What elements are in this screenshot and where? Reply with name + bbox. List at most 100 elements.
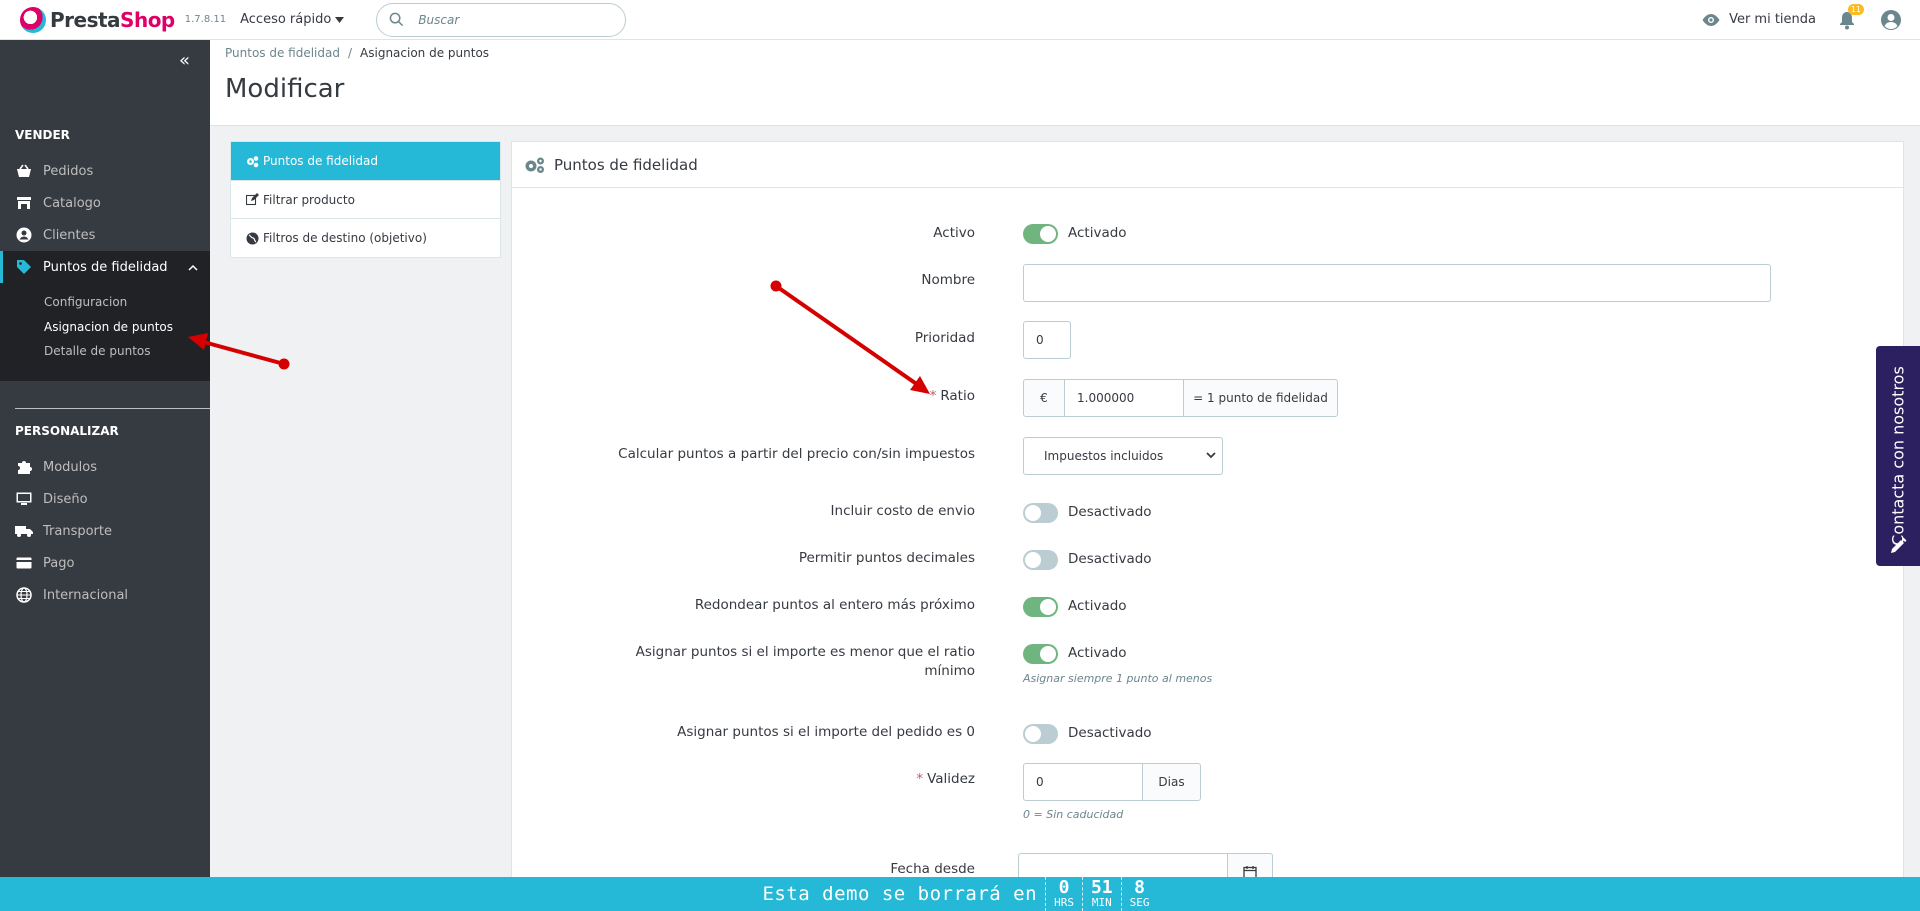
page-title: Modificar <box>225 74 345 104</box>
section-title-vender: VENDER <box>15 128 70 142</box>
contact-us-tab[interactable]: Contacta con nosotros <box>1876 346 1920 566</box>
redondear-switch[interactable] <box>1023 597 1058 617</box>
sidebar-item-label: Diseño <box>43 491 88 507</box>
label-menor-ratio: Asignar puntos si el importe es menor qu… <box>635 644 975 679</box>
breadcrumb-current: Asignacion de puntos <box>360 46 490 60</box>
search-placeholder: Buscar <box>418 12 460 27</box>
prioridad-input[interactable]: 0 <box>1023 321 1071 359</box>
card-icon <box>15 554 33 572</box>
demo-countdown-text: Esta demo se borrará en <box>762 883 1038 905</box>
sidebar-item-label: Pago <box>43 555 75 571</box>
ratio-suffix-addon: = 1 punto de fidelidad <box>1183 379 1338 417</box>
page-head: Puntos de fidelidad / Asignacion de puntos… <box>210 40 1920 126</box>
tab-filtros-destino[interactable]: Filtros de destino (objetivo) <box>231 219 500 257</box>
submenu-item-configuracion[interactable]: Configuracion <box>44 295 127 309</box>
tag-icon <box>15 258 33 276</box>
sidebar-item-pago[interactable]: Pago <box>0 547 210 579</box>
sidebar-item-label: Internacional <box>43 587 129 603</box>
activo-state: Activado <box>1068 225 1127 241</box>
tab-label: Filtrar producto <box>263 192 355 207</box>
importe-cero-switch[interactable] <box>1023 724 1058 744</box>
eye-icon <box>1702 13 1720 26</box>
validez-input[interactable]: 0 <box>1023 763 1143 801</box>
truck-icon <box>15 522 33 540</box>
sidebar-item-label: Clientes <box>43 227 96 243</box>
chevron-down-icon <box>1206 452 1216 459</box>
label-activo: Activo <box>933 225 975 241</box>
sidebar-item-transporte[interactable]: Transporte <box>0 515 210 547</box>
view-store-label: Ver mi tienda <box>1729 12 1816 27</box>
ratio-input[interactable]: 1.000000 <box>1064 379 1184 417</box>
timer-hours: 0 HRS <box>1045 877 1082 911</box>
timer-hours-label: HRS <box>1054 896 1074 909</box>
sidebar-item-catalogo[interactable]: Catalogo <box>0 187 210 219</box>
envio-switch[interactable] <box>1023 503 1058 523</box>
label-ratio: * Ratio <box>929 388 975 404</box>
sidebar-item-label: Transporte <box>43 523 112 539</box>
store-icon <box>15 194 33 212</box>
breadcrumb: Puntos de fidelidad / Asignacion de puntos <box>225 46 490 60</box>
quick-access-dropdown[interactable]: Acceso rápido <box>240 12 345 27</box>
pencil-icon <box>1891 537 1907 553</box>
breadcrumb-parent[interactable]: Puntos de fidelidad <box>225 46 340 60</box>
form-tabs: Puntos de fidelidad Filtrar producto Fil… <box>230 141 501 258</box>
tab-puntos-fidelidad[interactable]: Puntos de fidelidad <box>231 142 500 181</box>
sidebar-item-label: Catalogo <box>43 195 101 211</box>
sidebar-item-modulos[interactable]: Modulos <box>0 451 210 483</box>
decimales-switch[interactable] <box>1023 550 1058 570</box>
validez-help: 0 = Sin caducidad <box>1023 808 1124 821</box>
label-importe-cero: Asignar puntos si el importe del pedido … <box>677 724 975 740</box>
collapse-sidebar-icon[interactable]: « <box>179 50 190 71</box>
redondear-state: Activado <box>1068 598 1127 614</box>
account-icon[interactable] <box>1880 9 1902 31</box>
activo-switch[interactable] <box>1023 224 1058 244</box>
tab-filtrar-producto[interactable]: Filtrar producto <box>231 181 500 219</box>
timer-seconds-value: 8 <box>1134 877 1145 898</box>
search-input[interactable]: Buscar <box>376 2 627 37</box>
submenu-item-detalle[interactable]: Detalle de puntos <box>44 344 151 358</box>
validez-value: 0 <box>1036 775 1044 789</box>
timer-seconds-label: SEG <box>1129 896 1150 909</box>
basket-icon <box>15 162 33 180</box>
monitor-icon <box>15 490 33 508</box>
nombre-input[interactable] <box>1023 264 1771 302</box>
menor-ratio-state: Activado <box>1068 645 1127 661</box>
menor-ratio-switch[interactable] <box>1023 644 1058 664</box>
ratio-currency-addon: € <box>1023 379 1065 417</box>
caret-down-icon <box>335 16 345 23</box>
label-calcular: Calcular puntos a partir del precio con/… <box>618 446 975 462</box>
calcular-select[interactable]: Impuestos incluidos <box>1023 437 1223 475</box>
sidebar-item-internacional[interactable]: Internacional <box>0 579 210 611</box>
section-title-personalizar: PERSONALIZAR <box>15 424 119 438</box>
panel-header: Puntos de fidelidad <box>512 142 1903 188</box>
globe-icon <box>246 232 259 245</box>
prestashop-logo[interactable]: PrestaShop <box>20 6 175 33</box>
tab-label: Filtros de destino (objetivo) <box>263 231 427 245</box>
prioridad-value: 0 <box>1036 333 1044 347</box>
sidebar-item-label: Pedidos <box>43 163 94 179</box>
demo-countdown-bar: Esta demo se borrará en 0 HRS 51 MIN 8 S… <box>0 877 1920 911</box>
search-icon <box>389 12 404 27</box>
top-header: PrestaShop 1.7.8.11 Acceso rápido Buscar… <box>0 0 1920 40</box>
sidebar-item-label: Puntos de fidelidad <box>43 259 168 275</box>
calcular-selected: Impuestos incluidos <box>1044 449 1164 463</box>
panel-title: Puntos de fidelidad <box>554 155 698 174</box>
label-validez: * Validez <box>916 771 975 787</box>
loyalty-form-panel: Puntos de fidelidad Activo Activado Nomb… <box>511 141 1904 911</box>
decimales-state: Desactivado <box>1068 551 1152 567</box>
loyalty-submenu: Configuracion Asignacion de puntos Detal… <box>0 283 210 381</box>
tab-label: Puntos de fidelidad <box>263 154 378 168</box>
edit-icon <box>246 193 259 206</box>
sidebar-item-pedidos[interactable]: Pedidos <box>0 155 210 187</box>
view-store-link[interactable]: Ver mi tienda <box>1701 12 1816 27</box>
sidebar-item-label: Modulos <box>43 459 97 475</box>
label-decimales: Permitir puntos decimales <box>798 550 975 566</box>
sidebar-item-clientes[interactable]: Clientes <box>0 219 210 251</box>
sidebar-item-puntos-fidelidad[interactable]: Puntos de fidelidad <box>0 251 210 283</box>
puzzle-icon <box>15 458 33 476</box>
notifications-button[interactable]: 11 <box>1838 3 1864 30</box>
label-prioridad: Prioridad <box>914 330 975 346</box>
sidebar-item-diseno[interactable]: Diseño <box>0 483 210 515</box>
timer-minutes-label: MIN <box>1091 896 1112 909</box>
submenu-item-asignacion[interactable]: Asignacion de puntos <box>44 320 173 334</box>
